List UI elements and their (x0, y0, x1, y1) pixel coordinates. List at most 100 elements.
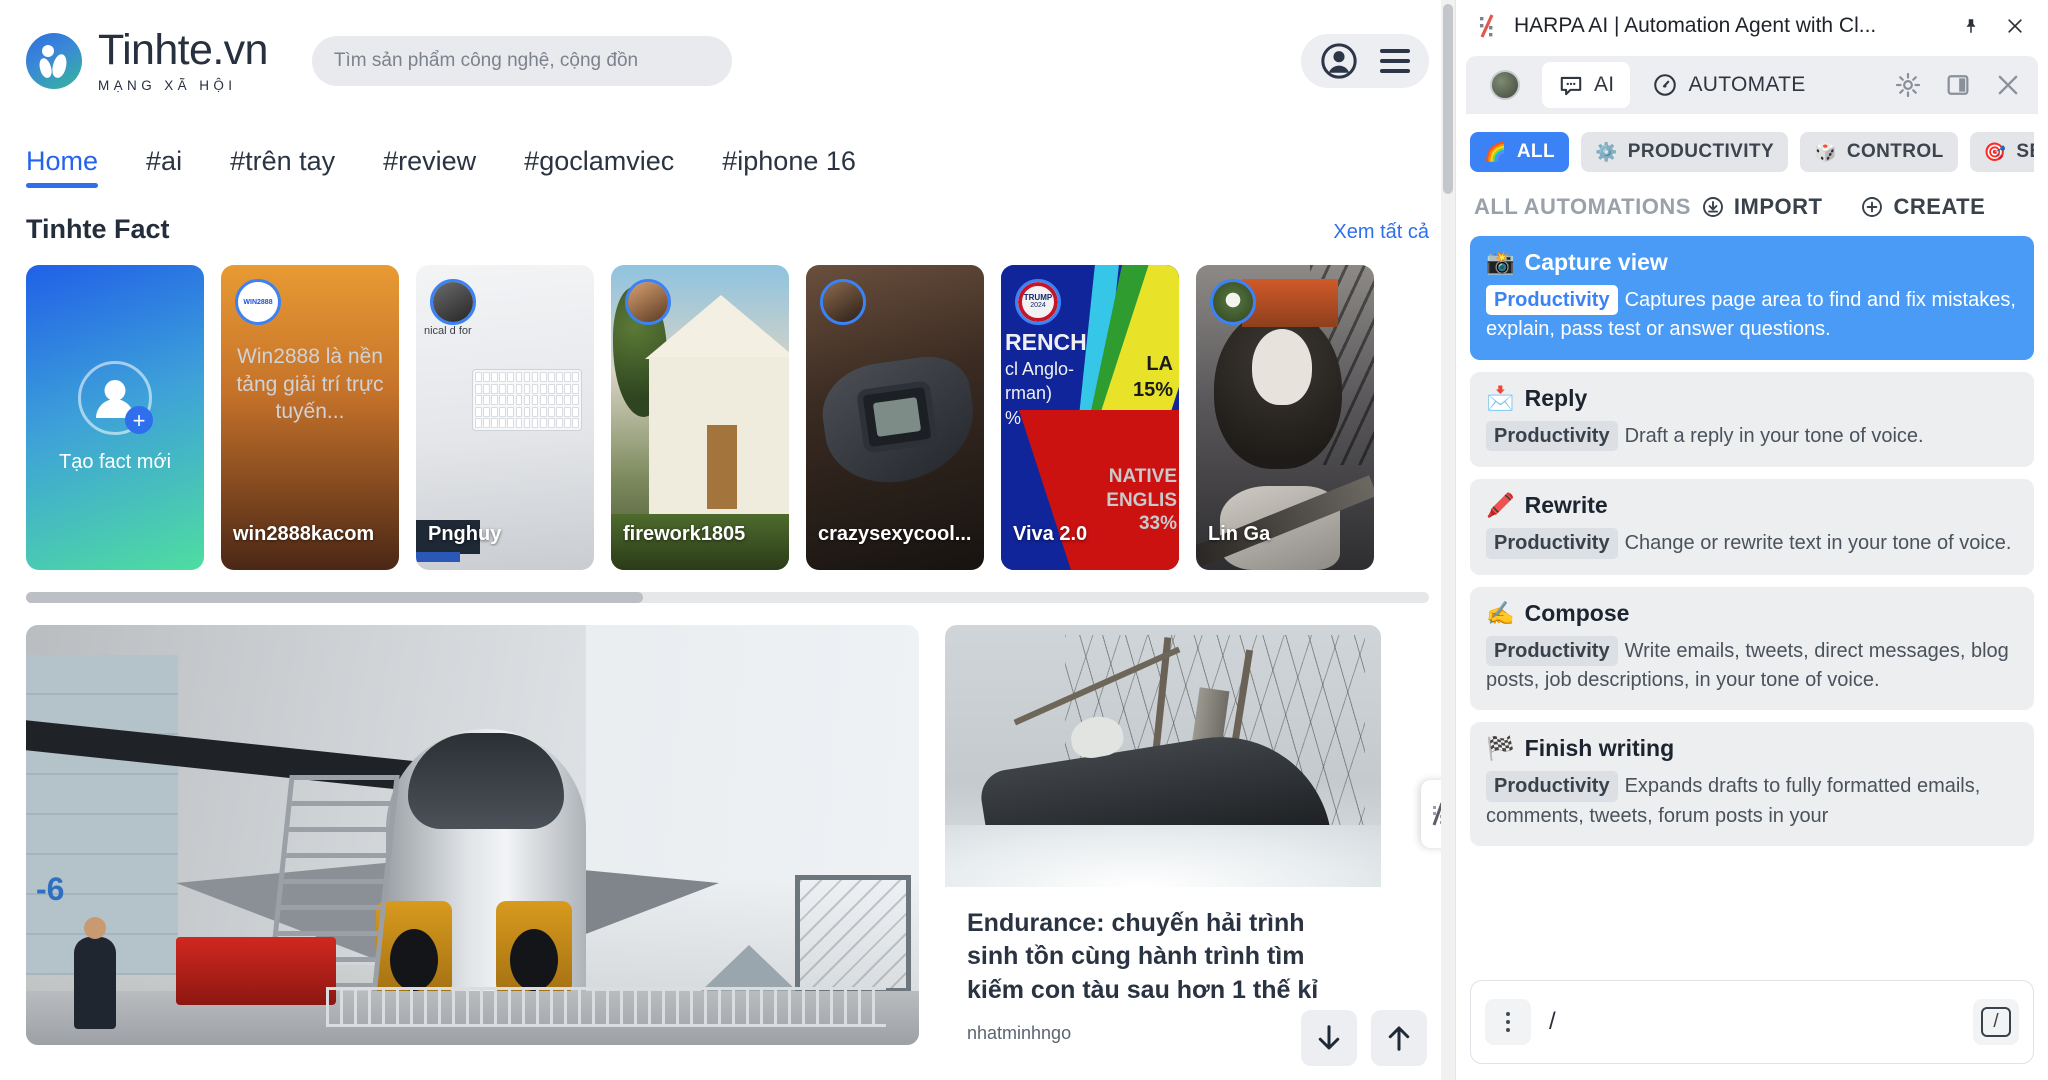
article-card-endurance[interactable]: Endurance: chuyến hải trình sinh tồn cùn… (945, 625, 1381, 1070)
chip-control[interactable]: 🎲 CONTROL (1800, 132, 1958, 172)
chip-productivity[interactable]: ⚙️ PRODUCTIVITY (1580, 132, 1789, 172)
article-image (945, 625, 1381, 887)
tab-automate[interactable]: AUTOMATE (1636, 62, 1821, 108)
page-scrollbar-thumb[interactable] (1443, 4, 1453, 194)
nav-item-home[interactable]: Home (26, 146, 99, 188)
automation-item-compose[interactable]: ✍️ Compose Productivity Write emails, twe… (1470, 586, 2034, 711)
nav-item-goclamviec[interactable]: #goclamviec (524, 146, 674, 188)
page-scrollbar[interactable] (1441, 0, 1455, 1080)
account-menu-pill[interactable] (1301, 34, 1429, 88)
story-card-win2888[interactable]: WIN2888 Win2888 là nền tảng giải trí trự… (221, 265, 399, 570)
image-overlay-number: -6 (36, 871, 65, 907)
scroll-down-button[interactable] (1301, 1010, 1357, 1066)
story-card-viva20[interactable]: RENCH cl Anglo- rman) % LA 15% NATIVE EN… (1001, 265, 1179, 570)
automation-name: Rewrite (1524, 492, 1608, 519)
gauge-icon (1654, 74, 1677, 96)
close-icon (2008, 19, 2022, 33)
tab-automate-label: AUTOMATE (1688, 73, 1806, 96)
command-input[interactable]: / (1543, 1008, 1961, 1036)
import-button[interactable]: IMPORT (1701, 194, 1823, 220)
section-title: Tinhte Fact (26, 214, 170, 244)
brand-name: Tinhte.vn (98, 26, 268, 75)
pie-label-latin: LA 15% (1132, 353, 1173, 401)
hamburger-menu-icon[interactable] (1380, 49, 1410, 73)
automation-description: Productivity Write emails, tweets, direct… (1486, 635, 2018, 695)
more-options-button[interactable] (1485, 999, 1531, 1045)
story-card-crazysexycool[interactable]: crazysexycool... (806, 265, 984, 570)
brand-subtitle: MẠNG XÃ HỘI (98, 78, 237, 94)
story-card-linga[interactable]: Lin Ga (1196, 265, 1374, 570)
scroll-up-button[interactable] (1371, 1010, 1427, 1066)
pin-button[interactable] (1956, 11, 1986, 41)
automation-title-row: 🏁 Finish writing (1486, 735, 2018, 762)
checkered-flag-icon: 🏁 (1486, 735, 1515, 762)
chip-all[interactable]: 🌈 ALL (1470, 132, 1569, 172)
nav-item-review[interactable]: #review (383, 146, 476, 188)
automation-item-rewrite[interactable]: 🖍️ Rewrite Productivity Change or rewrite… (1470, 479, 2034, 575)
story-card-pnghuy[interactable]: nical d for Pnghuy (416, 265, 594, 570)
account-avatar-icon[interactable] (1320, 42, 1358, 80)
chip-seo[interactable]: 🎯 SE (1969, 132, 2034, 172)
nav-item-trentay[interactable]: #trên tay (230, 146, 335, 188)
automation-title-row: ✍️ Compose (1486, 600, 2018, 627)
story-card-firework1805[interactable]: firework1805 (611, 265, 789, 570)
avatar: TRUMP 2024 (1015, 279, 1061, 325)
stories-scrollbar-thumb[interactable] (26, 592, 644, 603)
arrow-up-icon (1388, 1026, 1410, 1051)
automation-item-reply[interactable]: 📩 Reply Productivity Draft a reply in you… (1470, 371, 2034, 468)
site-logo[interactable]: Tinhte.vn MẠNG XÃ HỘI (26, 29, 268, 93)
stories-carousel[interactable]: + Tạo fact mới WIN2888 Win2888 là nền tả… (0, 245, 1455, 570)
automations-list: 📸 Capture view Productivity Captures page… (1470, 236, 2034, 847)
search-input[interactable] (311, 36, 732, 86)
trump-badge-bottom: 2024 (1030, 301, 1046, 309)
tab-page-context[interactable] (1474, 62, 1536, 108)
automation-description: Productivity Change or rewrite text in yo… (1486, 528, 2018, 559)
story-overlay-text: nical d for (424, 325, 472, 337)
story-label: Viva 2.0 (1013, 523, 1088, 545)
stories-scrollbar[interactable] (26, 592, 1429, 603)
slash-shortcut-button[interactable]: / (1973, 999, 2019, 1045)
scroll-controls (1301, 1010, 1427, 1066)
close-panel-button[interactable] (1986, 63, 2030, 107)
close-icon (1998, 75, 2018, 95)
article-image: -6 (26, 625, 919, 1045)
category-badge: Productivity (1486, 528, 1618, 559)
gear-icon (1895, 72, 1921, 98)
avatar (625, 279, 671, 325)
toggle-sidebar-button[interactable] (1936, 63, 1980, 107)
harpa-titlebar: HARPA AI | Automation Agent with Cl... (1456, 0, 2048, 52)
screen-root: Tinhte.vn MẠNG XÃ HỘI Hom (0, 0, 2048, 1080)
avatar: WIN2888 (235, 279, 281, 325)
automation-name: Compose (1524, 599, 1630, 626)
settings-button[interactable] (1886, 63, 1930, 107)
sidebar-toggle-icon (1947, 75, 1969, 95)
avatar (430, 279, 476, 325)
plus-circle-icon (1862, 197, 1883, 217)
chip-all-label: ALL (1516, 141, 1555, 162)
close-window-button[interactable] (2000, 11, 2030, 41)
story-card-create[interactable]: + Tạo fact mới (26, 265, 204, 570)
category-filter-chips: 🌈 ALL ⚙️ PRODUCTIVITY 🎲 CONTROL 🎯 SE (1470, 132, 2034, 172)
trump-badge-icon: TRUMP 2024 (1018, 282, 1058, 322)
automation-item-finish-writing[interactable]: 🏁 Finish writing Productivity Expands dra… (1470, 722, 2034, 847)
tinhte-logo-icon (26, 33, 82, 89)
story-overlay-text: Win2888 là nền tảng giải trí trực tuyến.… (236, 345, 384, 424)
article-title[interactable]: Endurance: chuyến hải trình sinh tồn cùn… (967, 907, 1359, 1007)
harpa-tabbar: AI AUTOMATE (1466, 56, 2038, 114)
create-button[interactable]: CREATE (1860, 194, 1985, 220)
automation-name: Capture view (1524, 249, 1668, 275)
category-badge: Productivity (1486, 285, 1618, 316)
tab-ai-label: AI (1594, 73, 1615, 96)
category-badge: Productivity (1486, 420, 1618, 452)
tab-ai[interactable]: AI (1542, 62, 1631, 108)
nav-item-iphone16[interactable]: #iphone 16 (722, 146, 856, 188)
automation-item-capture-view[interactable]: 📸 Capture view Productivity Captures page… (1470, 236, 2034, 360)
rainbow-icon: 🌈 (1484, 141, 1507, 162)
category-badge: Productivity (1486, 635, 1618, 666)
chip-control-label: CONTROL (1846, 141, 1944, 162)
see-all-link[interactable]: Xem tất cả (1333, 221, 1429, 244)
article-card-jet[interactable]: -6 (26, 625, 919, 1045)
nav-item-ai[interactable]: #ai (146, 146, 182, 188)
automation-title-row: 📸 Capture view (1486, 249, 2018, 276)
harpa-command-bar[interactable]: / / (1470, 980, 2034, 1064)
